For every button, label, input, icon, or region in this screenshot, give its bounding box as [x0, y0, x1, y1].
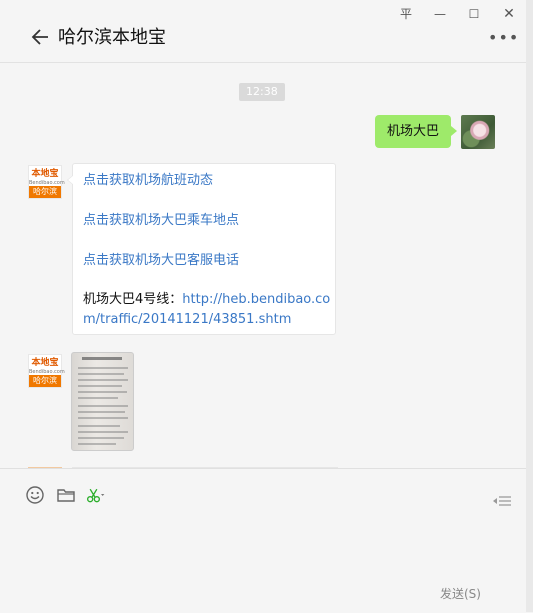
route-label: 机场大巴4号线：	[83, 292, 183, 307]
back-arrow-icon[interactable]	[30, 26, 52, 48]
document-text-line	[78, 443, 116, 445]
document-text-line	[78, 405, 128, 407]
avatar-brand-text: 本地宝	[31, 169, 59, 179]
close-button[interactable]: ✕	[497, 4, 521, 24]
folder-icon[interactable]	[56, 485, 76, 505]
chat-window: 平 — ☐ ✕ 哈尔滨本地宝 ••• 12:38 机场大巴 本地宝 Bendib…	[0, 0, 527, 613]
maximize-button[interactable]: ☐	[462, 4, 486, 24]
outgoing-message[interactable]: 机场大巴	[375, 115, 458, 148]
more-options-icon[interactable]: •••	[488, 30, 519, 46]
official-account-avatar[interactable]: 本地宝 Bendibao.com 哈尔滨	[28, 165, 65, 199]
document-text-line	[78, 379, 128, 381]
scissors-icon[interactable]	[86, 485, 106, 505]
minimize-button[interactable]: —	[428, 4, 452, 24]
document-text-line	[78, 425, 120, 427]
document-text-line	[78, 431, 128, 433]
avatar-brand-text: 本地宝	[31, 358, 59, 368]
document-text-line	[78, 373, 124, 375]
chat-title: 哈尔滨本地宝	[58, 27, 166, 48]
document-text-line	[78, 367, 128, 369]
document-text-line	[78, 411, 125, 413]
document-text-line	[78, 385, 122, 387]
bus-hotline-link[interactable]: 点击获取机场大巴客服电话	[83, 252, 239, 270]
emoji-icon[interactable]	[25, 485, 45, 505]
send-button[interactable]: 发送(S)	[440, 585, 481, 602]
message-list[interactable]: 12:38 机场大巴 本地宝 Bendibao.com 哈尔滨 点击获取机场航班…	[0, 63, 526, 468]
avatar-city-badge: 哈尔滨	[29, 186, 61, 198]
chat-history-icon[interactable]	[492, 491, 512, 511]
flight-status-link[interactable]: 点击获取机场航班动态	[83, 172, 213, 190]
document-text-line	[78, 437, 124, 439]
window-edge	[526, 0, 533, 612]
image-message-thumbnail[interactable]	[71, 352, 134, 451]
incoming-message-card: 点击获取机场航班动态 点击获取机场大巴乘车地点 点击获取机场大巴客服电话 机场大…	[67, 163, 336, 335]
document-header-line	[82, 357, 122, 360]
message-timestamp: 12:38	[239, 83, 285, 101]
input-area[interactable]: 发送(S)	[0, 468, 526, 613]
avatar-city-badge: 哈尔滨	[29, 375, 61, 387]
user-avatar[interactable]	[461, 115, 495, 149]
document-text-line	[78, 391, 127, 393]
pin-icon[interactable]: 平	[394, 4, 418, 24]
bus-stop-link[interactable]: 点击获取机场大巴乘车地点	[83, 212, 239, 230]
official-account-avatar[interactable]: 本地宝 Bendibao.com 哈尔滨	[28, 354, 65, 388]
route-info: 机场大巴4号线：http://heb.bendibao.com/traffic/…	[83, 290, 331, 330]
document-text-line	[78, 417, 128, 419]
title-bar: 平 — ☐ ✕ 哈尔滨本地宝 •••	[0, 0, 526, 63]
document-text-line	[78, 397, 118, 399]
